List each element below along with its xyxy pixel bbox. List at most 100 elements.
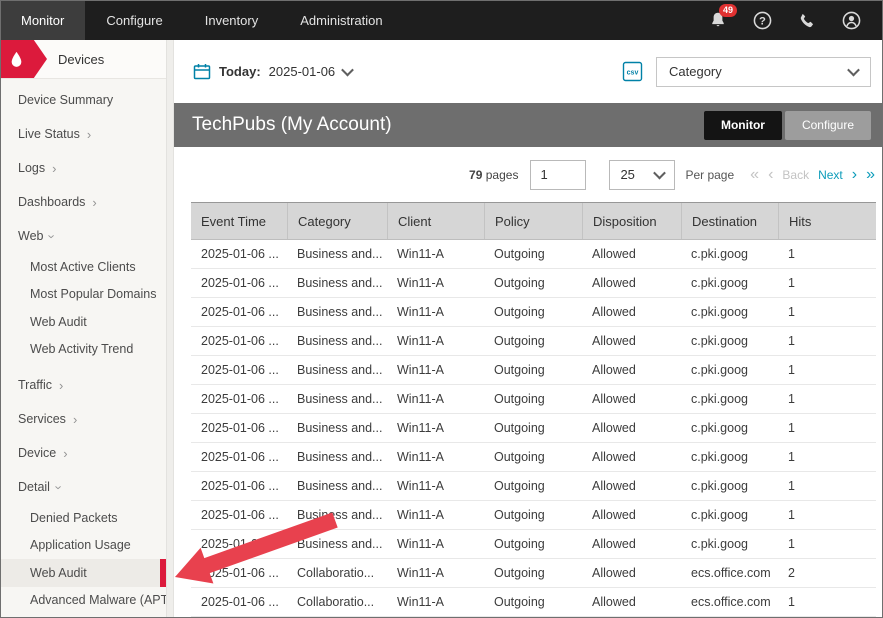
export-csv-button[interactable]: csv: [622, 61, 643, 82]
table-cell: Win11-A: [387, 472, 484, 500]
chevron-right-icon: ›: [59, 379, 63, 392]
page-number-input[interactable]: [530, 160, 586, 190]
page-count-word: pages: [486, 168, 519, 182]
sidebar-item-most-active-clients[interactable]: Most Active Clients: [0, 253, 166, 281]
column-header-disposition[interactable]: Disposition: [582, 203, 681, 239]
table-row[interactable]: 2025-01-06 ...Business and...Win11-AOutg…: [191, 298, 876, 327]
topnav-item-administration[interactable]: Administration: [279, 0, 403, 40]
topnav-item-configure[interactable]: Configure: [85, 0, 183, 40]
sidebar-item-web[interactable]: Web›: [0, 219, 166, 253]
sidebar-item-application-usage[interactable]: Application Usage: [0, 532, 166, 560]
help-button[interactable]: ?: [753, 11, 772, 30]
monitor-toggle-button[interactable]: Monitor: [704, 111, 782, 140]
topnav-item-inventory[interactable]: Inventory: [184, 0, 279, 40]
last-page-button[interactable]: »: [866, 167, 875, 183]
sidebar-item-label: Logs: [18, 161, 45, 175]
page-count-number: 79: [469, 168, 482, 182]
chevron-down-icon: [341, 64, 354, 77]
sidebar-item-label: Web Activity Trend: [30, 342, 133, 356]
sidebar-item-denied-packets[interactable]: Denied Packets: [0, 504, 166, 532]
sidebar-item-label: Application Usage: [30, 538, 131, 552]
category-filter-value: Category: [669, 64, 722, 79]
sidebar-item-advanced-malware-apt[interactable]: Advanced Malware (APT): [0, 587, 166, 615]
sidebar-item-logs[interactable]: Logs›: [0, 151, 166, 185]
table-row[interactable]: 2025-01-06 ...Business and...Win11-AOutg…: [191, 356, 876, 385]
next-page-button[interactable]: ›: [852, 167, 857, 183]
column-header-policy[interactable]: Policy: [484, 203, 582, 239]
sidebar-item-device[interactable]: Device›: [0, 436, 166, 470]
table-cell: Win11-A: [387, 559, 484, 587]
svg-text:csv: csv: [627, 70, 639, 77]
date-picker[interactable]: Today: 2025-01-06: [193, 63, 352, 80]
table-cell: Outgoing: [484, 588, 582, 616]
table-cell: Business and...: [287, 356, 387, 384]
sidebar-item-label: Device Summary: [18, 93, 113, 107]
chevron-right-icon: ›: [73, 413, 77, 426]
table-row[interactable]: 2025-01-06 ...Collaboratio...Win11-AOutg…: [191, 588, 876, 617]
topnav-item-monitor[interactable]: Monitor: [0, 0, 85, 40]
table-row[interactable]: 2025-01-06 ...Business and...Win11-AOutg…: [191, 472, 876, 501]
chevron-down-icon: [847, 64, 860, 77]
table-cell: Win11-A: [387, 356, 484, 384]
table-cell: Allowed: [582, 327, 681, 355]
column-header-client[interactable]: Client: [387, 203, 484, 239]
per-page-value: 25: [620, 167, 634, 182]
table-cell: ecs.office.com: [681, 588, 778, 616]
column-header-event-time[interactable]: Event Time: [191, 203, 287, 239]
table-row[interactable]: 2025-01-06 ...Business and...Win11-AOutg…: [191, 501, 876, 530]
table-row[interactable]: 2025-01-06 ...Business and...Win11-AOutg…: [191, 414, 876, 443]
table-row[interactable]: 2025-01-06 ...Business and...Win11-AOutg…: [191, 327, 876, 356]
top-navigation: MonitorConfigureInventoryAdministration …: [0, 0, 883, 40]
per-page-label: Per page: [685, 168, 734, 182]
table-cell: c.pki.goog: [681, 356, 778, 384]
table-row[interactable]: 2025-01-06 ...Business and...Win11-AOutg…: [191, 530, 876, 559]
first-page-button[interactable]: «: [750, 167, 759, 183]
page-title: TechPubs (My Account): [192, 114, 392, 136]
prev-page-button[interactable]: ‹: [768, 167, 773, 183]
table-body: 2025-01-06 ...Business and...Win11-AOutg…: [191, 240, 876, 617]
table-cell: c.pki.goog: [681, 472, 778, 500]
sidebar-item-device-summary[interactable]: Device Summary: [0, 83, 166, 117]
contact-button[interactable]: [798, 11, 816, 29]
table-cell: 1: [778, 443, 876, 471]
table-cell: 1: [778, 269, 876, 297]
table-cell: Business and...: [287, 385, 387, 413]
table-cell: c.pki.goog: [681, 385, 778, 413]
per-page-select[interactable]: 25: [609, 160, 675, 190]
sidebar-item-web-activity-trend[interactable]: Web Activity Trend: [0, 336, 166, 364]
column-header-hits[interactable]: Hits: [778, 203, 876, 239]
configure-toggle-button[interactable]: Configure: [785, 111, 871, 140]
category-filter-select[interactable]: Category: [656, 57, 871, 87]
sidebar-scrollbar[interactable]: [166, 40, 174, 618]
sidebar-item-detail[interactable]: Detail›: [0, 470, 166, 504]
sidebar-item-web-audit[interactable]: Web Audit: [0, 559, 166, 587]
back-button[interactable]: Back: [782, 168, 809, 182]
table-cell: Allowed: [582, 414, 681, 442]
sidebar-item-web-audit[interactable]: Web Audit: [0, 308, 166, 336]
account-header: TechPubs (My Account) Monitor Configure: [174, 103, 883, 147]
sidebar-item-live-status[interactable]: Live Status›: [0, 117, 166, 151]
account-button[interactable]: [842, 11, 861, 30]
sidebar-item-most-popular-domains[interactable]: Most Popular Domains: [0, 281, 166, 309]
column-header-destination[interactable]: Destination: [681, 203, 778, 239]
topnav-menu: MonitorConfigureInventoryAdministration: [0, 0, 404, 40]
table-cell: 2025-01-06 ...: [191, 327, 287, 355]
table-cell: Outgoing: [484, 530, 582, 558]
column-header-category[interactable]: Category: [287, 203, 387, 239]
table-row[interactable]: 2025-01-06 ...Collaboratio...Win11-AOutg…: [191, 559, 876, 588]
mode-toggle-group: Monitor Configure: [704, 111, 871, 140]
next-button[interactable]: Next: [818, 168, 843, 182]
table-row[interactable]: 2025-01-06 ...Business and...Win11-AOutg…: [191, 443, 876, 472]
sidebar-item-traffic[interactable]: Traffic›: [0, 368, 166, 402]
table-cell: Win11-A: [387, 385, 484, 413]
table-row[interactable]: 2025-01-06 ...Business and...Win11-AOutg…: [191, 240, 876, 269]
notifications-button[interactable]: 49: [709, 11, 727, 29]
table-cell: ecs.office.com: [681, 559, 778, 587]
sidebar-item-dashboards[interactable]: Dashboards›: [0, 185, 166, 219]
phone-icon: [798, 11, 816, 29]
sidebar-item-services[interactable]: Services›: [0, 402, 166, 436]
table-cell: Outgoing: [484, 269, 582, 297]
table-row[interactable]: 2025-01-06 ...Business and...Win11-AOutg…: [191, 269, 876, 298]
table-row[interactable]: 2025-01-06 ...Business and...Win11-AOutg…: [191, 385, 876, 414]
chevron-right-icon: ›: [87, 128, 91, 141]
